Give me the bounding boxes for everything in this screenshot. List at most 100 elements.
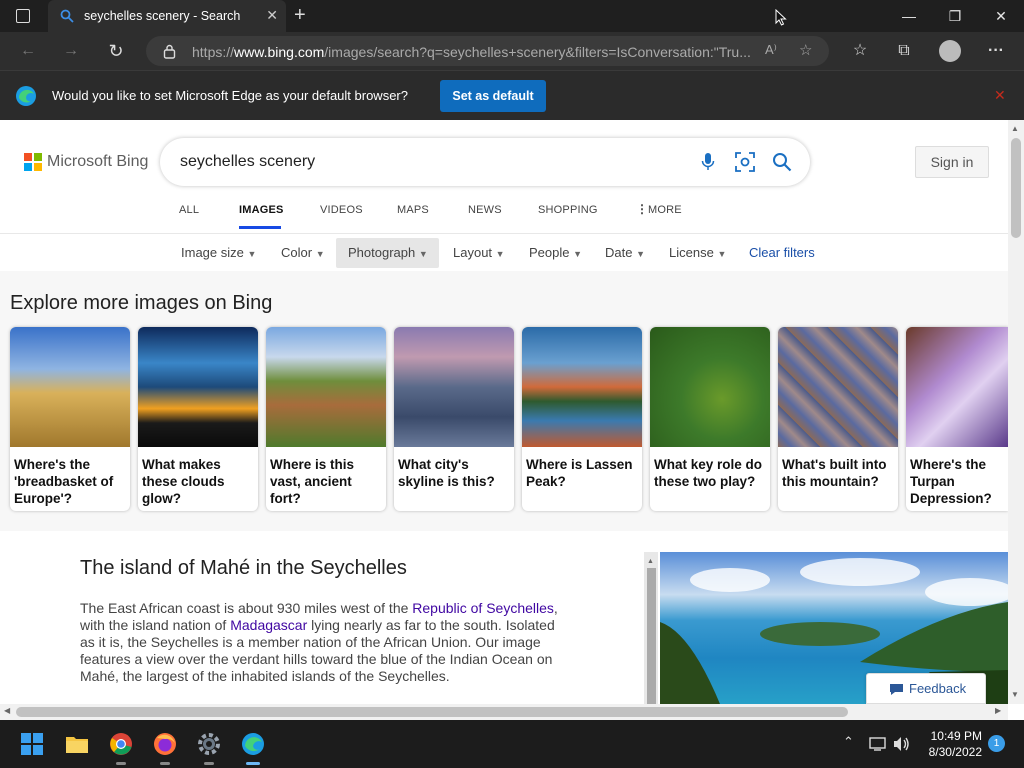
file-explorer-icon[interactable] (65, 733, 89, 755)
article-text: The East African coast is about 930 mile… (80, 600, 413, 616)
search-box[interactable]: seychelles scenery (160, 138, 810, 186)
chevron-up-icon[interactable]: ⌃ (843, 734, 854, 750)
caret-down-icon: ▼ (315, 249, 325, 259)
infobar-message: Would you like to set Microsoft Edge as … (52, 88, 408, 103)
notification-badge[interactable]: 1 (988, 735, 1005, 752)
article-title: The island of Mahé in the Seychelles (80, 557, 407, 579)
tab-shopping[interactable]: SHOPPING (538, 204, 598, 216)
search-input[interactable]: seychelles scenery (180, 153, 315, 171)
default-browser-infobar: Would you like to set Microsoft Edge as … (0, 70, 1024, 120)
card-image (10, 327, 130, 447)
tab-maps[interactable]: MAPS (397, 204, 429, 216)
filter-label: Image size (181, 245, 244, 260)
scroll-right-arrow-icon[interactable]: ▶ (995, 706, 1001, 715)
clear-filters-link[interactable]: Clear filters (749, 245, 815, 260)
microsoft-logo-icon (24, 153, 42, 171)
tab-title: seychelles scenery - Search (84, 9, 241, 23)
scroll-down-arrow-icon[interactable]: ▼ (1011, 690, 1019, 699)
address-input[interactable]: https://www.bing.com/images/search?q=sey… (146, 36, 829, 66)
explore-card[interactable]: Where is Lassen Peak? (522, 327, 642, 511)
caret-down-icon: ▼ (717, 249, 727, 259)
caret-down-icon: ▼ (636, 249, 646, 259)
dismiss-infobar-icon[interactable]: ✕ (994, 87, 1006, 104)
scroll-up-icon[interactable]: ▲ (647, 558, 654, 565)
set-as-default-button[interactable]: Set as default (440, 80, 546, 112)
back-icon[interactable]: ← (17, 40, 39, 62)
republic-of-seychelles-link[interactable]: Republic of Seychelles (412, 600, 554, 616)
explore-card[interactable]: Where's the 'breadbasket of Europe'? (10, 327, 130, 511)
firefox-icon[interactable] (153, 732, 177, 756)
browser-tab[interactable]: seychelles scenery - Search ✕ (48, 0, 286, 32)
tab-news[interactable]: NEWS (468, 204, 502, 216)
close-tab-icon[interactable]: ✕ (266, 7, 278, 24)
image-scroll-thumb[interactable] (647, 568, 656, 704)
settings-gear-icon[interactable] (197, 732, 221, 756)
tab-all[interactable]: ALL (179, 204, 199, 216)
sign-in-button[interactable]: Sign in (915, 146, 989, 178)
tab-actions-icon[interactable] (16, 9, 30, 23)
profile-avatar[interactable] (939, 40, 961, 62)
read-aloud-icon[interactable]: A⁾ (765, 42, 777, 58)
more-vertical-icon[interactable]: ⋮ (636, 202, 648, 216)
collections-icon[interactable]: ⧉ (893, 40, 915, 62)
chrome-icon[interactable] (109, 732, 133, 756)
filter-layout[interactable]: Layout ▼ (453, 245, 505, 260)
tab-bar: seychelles scenery - Search ✕ + — ❐ ✕ (0, 0, 1024, 32)
microphone-icon[interactable] (701, 152, 715, 172)
edge-logo-icon (16, 86, 36, 106)
explore-card[interactable]: Where is this vast, ancient fort? (266, 327, 386, 511)
tab-videos[interactable]: VIDEOS (320, 204, 363, 216)
search-icon (60, 9, 74, 23)
refresh-icon[interactable]: ↻ (105, 40, 127, 62)
explore-card[interactable]: What city's skyline is this? (394, 327, 514, 511)
visual-search-icon[interactable] (735, 152, 755, 172)
filter-license[interactable]: License ▼ (669, 245, 726, 260)
tab-more[interactable]: MORE (648, 204, 682, 216)
search-icon[interactable] (772, 152, 792, 172)
card-caption: What city's skyline is this? (398, 457, 495, 489)
lock-icon[interactable] (163, 44, 176, 59)
card-image (394, 327, 514, 447)
clock-date[interactable]: 8/30/2022 (922, 745, 982, 759)
explore-card[interactable]: What makes these clouds glow? (138, 327, 258, 511)
scroll-up-arrow-icon[interactable]: ▲ (1011, 124, 1019, 133)
explore-card[interactable]: Where's the Turpan Depression? (906, 327, 1008, 511)
filter-label: Color (281, 245, 313, 260)
settings-menu-icon[interactable]: ··· (985, 40, 1007, 62)
explore-card[interactable]: What's built into this mountain? (778, 327, 898, 511)
filter-color[interactable]: Color ▼ (281, 245, 325, 260)
network-icon[interactable] (869, 737, 887, 751)
forward-icon[interactable]: → (60, 40, 82, 62)
favorites-icon[interactable]: ☆ (849, 40, 871, 62)
madagascar-link[interactable]: Madagascar (230, 617, 307, 633)
filter-people[interactable]: People ▼ (529, 245, 582, 260)
url-path: /images/search?q=seychelles+scenery&filt… (324, 44, 751, 60)
filter-label: License (669, 245, 714, 260)
filter-photograph[interactable]: Photograph ▼ (348, 245, 428, 260)
restore-icon[interactable]: ❐ (932, 0, 978, 32)
new-tab-button[interactable]: + (294, 4, 306, 27)
close-window-icon[interactable]: ✕ (978, 0, 1024, 32)
card-image (522, 327, 642, 447)
add-favorite-icon[interactable]: ☆ (799, 41, 812, 59)
explore-card[interactable]: What key role do these two play? (650, 327, 770, 511)
url-prefix: https:// (192, 44, 235, 60)
volume-icon[interactable] (893, 736, 911, 752)
feedback-button[interactable]: Feedback (866, 673, 986, 704)
horizontal-scroll-thumb[interactable] (16, 707, 848, 717)
filter-date[interactable]: Date ▼ (605, 245, 645, 260)
windows-start-icon[interactable] (21, 733, 43, 755)
bing-page: Microsoft Bing seychelles scenery Sign i… (0, 120, 1008, 704)
caret-down-icon: ▼ (418, 249, 428, 259)
clock-time[interactable]: 10:49 PM (930, 729, 982, 743)
explore-heading: Explore more images on Bing (10, 292, 273, 314)
edge-taskbar-icon[interactable] (241, 732, 265, 756)
scroll-left-arrow-icon[interactable]: ◀ (4, 706, 10, 715)
minimize-icon[interactable]: — (886, 0, 932, 32)
vertical-scroll-thumb[interactable] (1011, 138, 1021, 238)
mouse-cursor-icon (775, 9, 787, 26)
filter-image-size[interactable]: Image size ▼ (181, 245, 256, 260)
caret-down-icon: ▼ (247, 249, 257, 259)
tab-images[interactable]: IMAGES (239, 204, 284, 216)
bing-logo-text[interactable]: Microsoft Bing (47, 153, 148, 171)
